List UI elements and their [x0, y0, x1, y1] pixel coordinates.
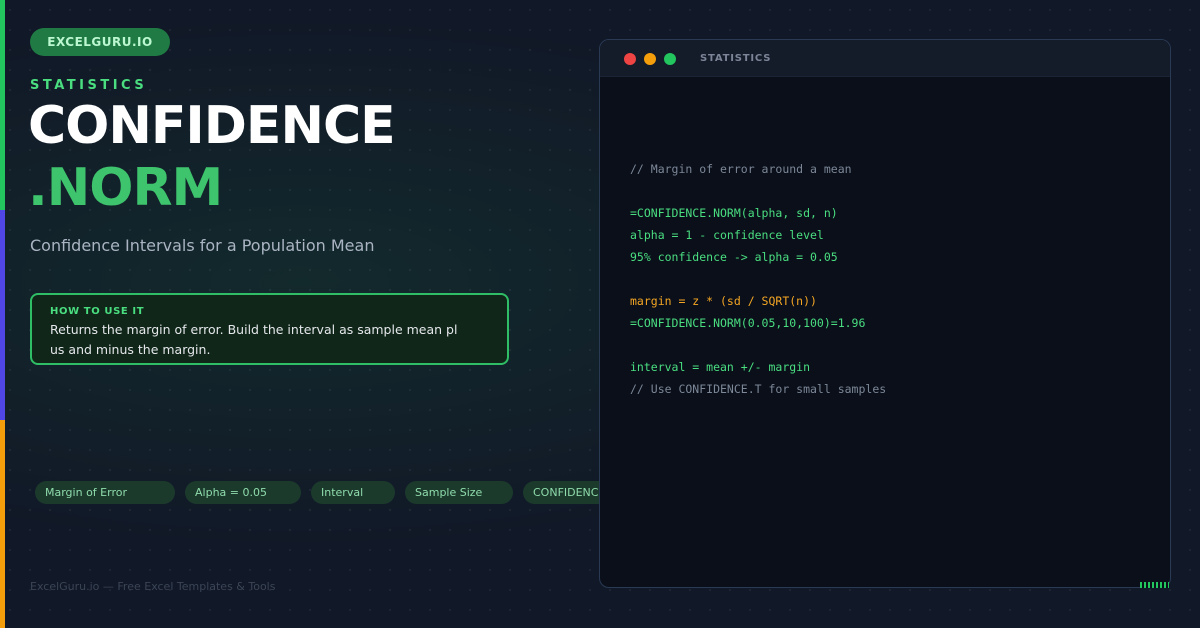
code-line: =CONFIDENCE.NORM(0.05,10,100)=1.96 — [630, 316, 866, 330]
tag-sample-size[interactable]: Sample Size — [405, 481, 513, 504]
code-window: STATISTICS // Margin of error around a m… — [599, 39, 1171, 588]
how-to-use-text: Returns the margin of error. Build the i… — [50, 322, 458, 357]
accent-bar-green — [0, 0, 5, 210]
how-to-use-label: HOW TO USE IT — [50, 306, 145, 317]
category-label: STATISTICS — [30, 78, 148, 93]
tag-interval[interactable]: Interval — [311, 481, 395, 504]
tag-list: Margin of Error Alpha = 0.05 Interval Sa… — [35, 481, 600, 505]
tag-confidence[interactable]: CONFIDENCE — [523, 481, 600, 504]
how-to-use-card: HOW TO USE IT Returns the margin of erro… — [30, 293, 509, 365]
code-line: alpha = 1 - confidence level — [630, 228, 824, 242]
code-line: interval = mean +/- margin — [630, 360, 811, 374]
page-title-line2: .NORM — [28, 158, 223, 218]
window-title-bar: STATISTICS — [600, 40, 1170, 77]
code-line: margin = z * (sd / SQRT(n)) — [630, 294, 817, 308]
close-dot-icon[interactable] — [624, 53, 636, 65]
code-line: // Use CONFIDENCE.T for small samples — [630, 382, 887, 396]
brand-badge[interactable]: EXCELGURU.IO — [30, 28, 170, 56]
accent-bar-orange — [0, 420, 5, 628]
footer-text: ExcelGuru.io — Free Excel Templates & To… — [30, 580, 276, 593]
minimize-dot-icon[interactable] — [644, 53, 656, 65]
page-subtitle: Confidence Intervals for a Population Me… — [30, 236, 375, 255]
page-title-line1: CONFIDENCE — [28, 96, 396, 156]
tag-alpha[interactable]: Alpha = 0.05 — [185, 481, 301, 504]
maximize-dot-icon[interactable] — [664, 53, 676, 65]
window-title: STATISTICS — [700, 53, 772, 64]
tag-margin-of-error[interactable]: Margin of Error — [35, 481, 175, 504]
code-line: // Margin of error around a mean — [630, 162, 852, 176]
code-line: 95% confidence -> alpha = 0.05 — [630, 250, 838, 264]
code-line: =CONFIDENCE.NORM(alpha, sd, n) — [630, 206, 838, 220]
code-block: // Margin of error around a mean =CONFID… — [630, 158, 886, 400]
corner-decoration — [1140, 582, 1169, 588]
accent-bar-indigo — [0, 210, 5, 420]
